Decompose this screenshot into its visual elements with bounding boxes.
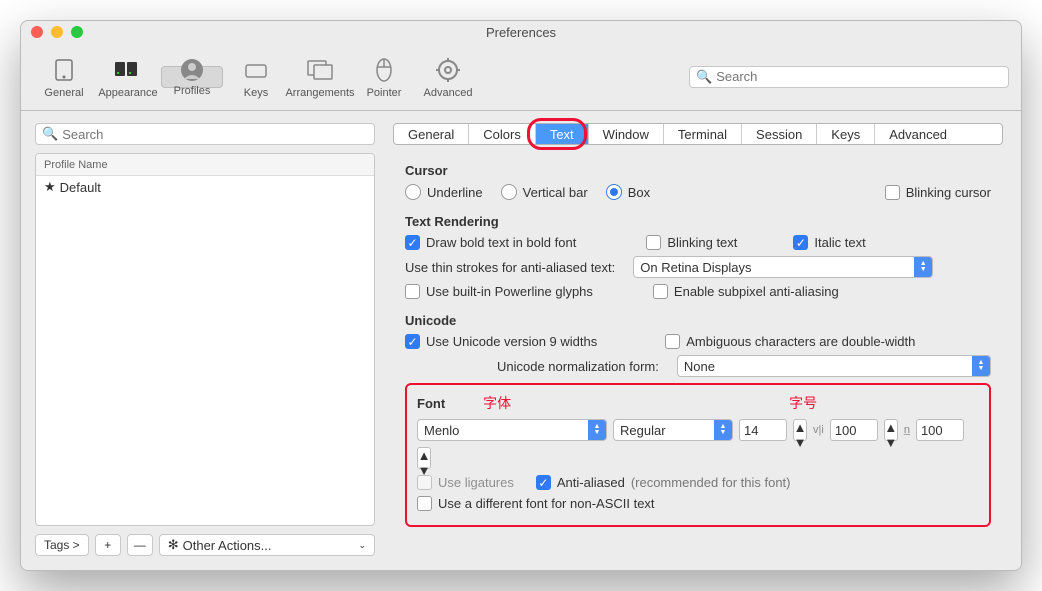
toolbar-appearance[interactable]: Appearance — [97, 49, 159, 105]
powerline-check[interactable]: Use built-in Powerline glyphs — [405, 284, 593, 299]
tab-text[interactable]: Text — [536, 124, 589, 144]
ambiguous-width-check[interactable]: Ambiguous characters are double-width — [665, 334, 915, 349]
chevron-updown-icon: ▲▼ — [914, 257, 932, 277]
list-item[interactable]: ★ Default — [36, 176, 374, 198]
font-section: Font 字体 字号 Menlo▲▼ Regular▲▼ 14 ▲▼ v|i 1… — [405, 383, 991, 527]
profile-list-header: Profile Name — [36, 154, 374, 176]
tab-session[interactable]: Session — [742, 124, 817, 144]
cursor-box-radio[interactable]: Box — [606, 184, 650, 200]
chevron-updown-icon: ▲▼ — [588, 420, 606, 440]
text-rendering-heading: Text Rendering — [405, 214, 991, 229]
add-profile-button[interactable]: + — [95, 534, 121, 556]
thin-strokes-select[interactable]: On Retina Displays▲▼ — [633, 256, 933, 278]
font-size-stepper[interactable]: ▲▼ — [793, 419, 807, 441]
search-icon: 🔍 — [696, 69, 712, 85]
font-style-select[interactable]: Regular▲▼ — [613, 419, 733, 441]
unicode-heading: Unicode — [405, 313, 991, 328]
font-family-select[interactable]: Menlo▲▼ — [417, 419, 607, 441]
profile-name: Default — [60, 180, 101, 195]
profile-search[interactable]: 🔍 — [35, 123, 375, 145]
settings-tabs: General Colors Text Window Terminal Sess… — [393, 123, 1003, 145]
unicode-v9-check[interactable]: Use Unicode version 9 widths — [405, 334, 597, 349]
gear-icon: ✻ — [168, 537, 179, 553]
tab-keys[interactable]: Keys — [817, 124, 875, 144]
normalization-select[interactable]: None▲▼ — [677, 355, 991, 377]
toolbar-search-input[interactable] — [716, 69, 1002, 84]
titlebar: Preferences — [21, 21, 1021, 43]
tab-terminal[interactable]: Terminal — [664, 124, 742, 144]
toolbar-pointer[interactable]: Pointer — [353, 49, 415, 105]
window-title: Preferences — [21, 25, 1021, 40]
annotation-size: 字号 — [789, 393, 817, 413]
toolbar-general[interactable]: General — [33, 49, 95, 105]
aa-note: (recommended for this font) — [631, 475, 791, 490]
hspace-icon: v|i — [813, 424, 824, 436]
hspace-stepper[interactable]: ▲▼ — [884, 419, 898, 441]
font-size-field[interactable]: 14 — [739, 419, 787, 441]
ligatures-check: Use ligatures — [417, 475, 514, 490]
sidebar: 🔍 Profile Name ★ Default Tags > + — ✻ Ot… — [35, 123, 375, 556]
search-icon: 🔍 — [42, 126, 58, 142]
tab-window[interactable]: Window — [589, 124, 664, 144]
vspace-field[interactable]: 100 — [916, 419, 964, 441]
preferences-window: Preferences General Appearance Profiles … — [20, 20, 1022, 571]
cursor-underline-radio[interactable]: Underline — [405, 184, 483, 200]
cursor-vertical-radio[interactable]: Vertical bar — [501, 184, 588, 200]
chevron-down-icon: ⌄ — [358, 540, 366, 551]
vspace-icon: n̲ — [904, 424, 910, 436]
text-panel: Cursor Underline Vertical bar Box Blinki… — [389, 145, 1007, 556]
hspace-field[interactable]: 100 — [830, 419, 878, 441]
toolbar: General Appearance Profiles Keys Arrange… — [21, 43, 1021, 111]
normalization-label: Unicode normalization form: — [497, 359, 659, 374]
subpixel-check[interactable]: Enable subpixel anti-aliasing — [653, 284, 839, 299]
font-heading: Font — [417, 396, 445, 411]
toolbar-arrangements[interactable]: Arrangements — [289, 49, 351, 105]
bold-font-check[interactable]: Draw bold text in bold font — [405, 235, 576, 250]
blinking-text-check[interactable]: Blinking text — [646, 235, 737, 250]
vspace-stepper[interactable]: ▲▼ — [417, 447, 431, 469]
cursor-heading: Cursor — [405, 163, 991, 178]
star-icon: ★ — [44, 179, 56, 195]
chevron-updown-icon: ▲▼ — [714, 420, 732, 440]
toolbar-search[interactable]: 🔍 — [689, 66, 1009, 88]
toolbar-keys[interactable]: Keys — [225, 49, 287, 105]
toolbar-profiles[interactable]: Profiles — [161, 66, 223, 88]
other-actions-button[interactable]: ✻ Other Actions... ⌄ — [159, 534, 375, 556]
non-ascii-font-check[interactable]: Use a different font for non-ASCII text — [417, 496, 655, 511]
thin-strokes-label: Use thin strokes for anti-aliased text: — [405, 260, 615, 275]
italic-text-check[interactable]: Italic text — [793, 235, 865, 250]
remove-profile-button[interactable]: — — [127, 534, 153, 556]
annotation-font: 字体 — [483, 393, 511, 413]
tab-general[interactable]: General — [394, 124, 469, 144]
tags-button[interactable]: Tags > — [35, 534, 89, 556]
profile-search-input[interactable] — [62, 127, 368, 142]
anti-aliased-check[interactable]: Anti-aliased — [536, 475, 625, 490]
tab-advanced[interactable]: Advanced — [875, 124, 961, 144]
profile-list[interactable]: Profile Name ★ Default — [35, 153, 375, 526]
toolbar-advanced[interactable]: Advanced — [417, 49, 479, 105]
tab-colors[interactable]: Colors — [469, 124, 536, 144]
chevron-updown-icon: ▲▼ — [972, 356, 990, 376]
blinking-cursor-check[interactable]: Blinking cursor — [885, 185, 991, 200]
